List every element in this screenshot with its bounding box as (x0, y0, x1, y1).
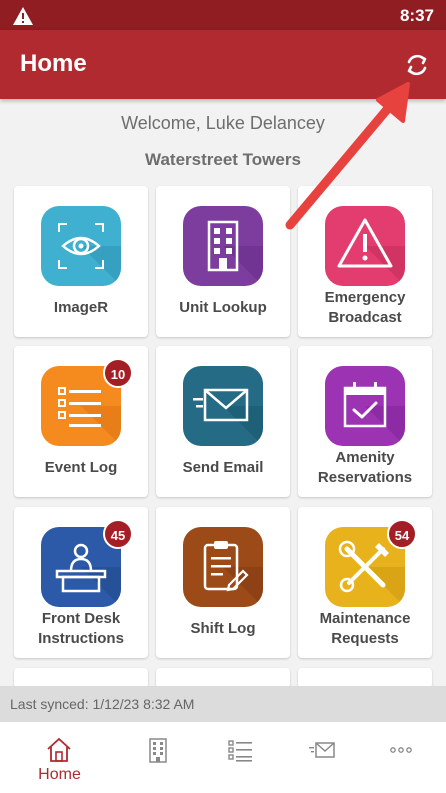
app-bar: Home (0, 30, 446, 99)
nav-send-email[interactable] (278, 722, 367, 793)
nav-unit-lookup[interactable] (114, 722, 203, 793)
home-icon (47, 737, 71, 762)
notification-badge: 10 (103, 358, 133, 388)
notification-badge: 54 (387, 519, 417, 549)
tile-send-email[interactable]: Send Email (156, 346, 290, 497)
tile-event-log[interactable]: 10 Event Log (14, 346, 148, 497)
eye-scan-icon (41, 206, 121, 286)
alert-triangle-icon (325, 206, 405, 286)
tile-label: Event Log (44, 459, 118, 476)
tile-partial[interactable] (298, 668, 432, 688)
last-synced-text: Last synced: 1/12/23 8:32 AM (0, 686, 446, 722)
bottom-nav: Home (0, 722, 446, 793)
property-name: Waterstreet Towers (145, 150, 301, 169)
tile-label: Send Email (182, 459, 264, 476)
building-icon (183, 206, 263, 286)
tile-label: Maintenance Requests (319, 610, 411, 647)
nav-more[interactable] (357, 722, 446, 793)
tile-partial[interactable] (156, 668, 290, 688)
tile-label: Amenity Reservations (317, 449, 413, 486)
notification-badge: 45 (103, 519, 133, 549)
warning-icon (13, 7, 33, 25)
tile-label: Unit Lookup (179, 299, 267, 316)
nav-event-log[interactable] (196, 722, 285, 793)
envelope-icon (183, 366, 263, 446)
tile-label: ImageR (53, 299, 109, 316)
tile-amenity-reservations[interactable]: Amenity Reservations (298, 346, 432, 497)
calendar-check-icon (325, 366, 405, 446)
tile-shift-log[interactable]: Shift Log (156, 507, 290, 658)
page-title: Home (20, 50, 87, 77)
clipboard-icon (183, 527, 263, 607)
envelope-icon (309, 742, 335, 758)
building-icon (149, 738, 167, 763)
refresh-icon[interactable] (402, 50, 432, 80)
status-bar: 8:37 (0, 0, 446, 30)
tile-partial[interactable] (14, 668, 148, 688)
welcome-text: Welcome, Luke Delancey (121, 113, 325, 133)
list-icon (228, 740, 252, 762)
tile-label: Emergency Broadcast (324, 289, 406, 326)
status-time: 8:37 (399, 6, 434, 25)
tile-label: Shift Log (190, 620, 256, 637)
nav-label: Home (38, 766, 81, 783)
nav-home[interactable]: Home (15, 722, 104, 793)
tile-imager[interactable]: ImageR (14, 186, 148, 337)
tile-emergency-broadcast[interactable]: Emergency Broadcast (298, 186, 432, 337)
tile-maintenance-requests[interactable]: 54 Maintenance Requests (298, 507, 432, 658)
tile-label: Front Desk Instructions (38, 610, 124, 647)
tile-unit-lookup[interactable]: Unit Lookup (156, 186, 290, 337)
more-icon (390, 747, 412, 753)
tile-front-desk-instructions[interactable]: 45 Front Desk Instructions (14, 507, 148, 658)
